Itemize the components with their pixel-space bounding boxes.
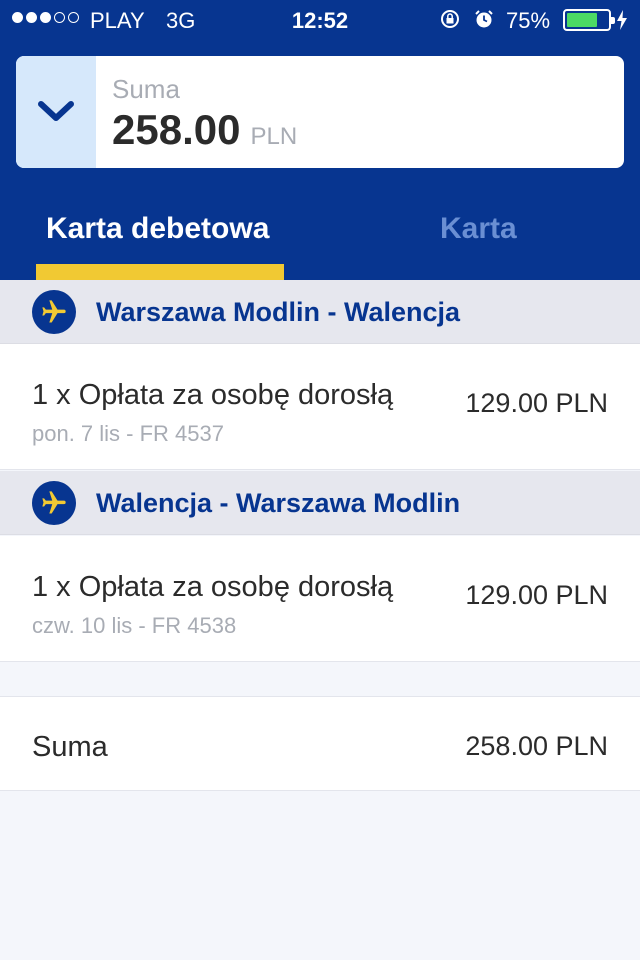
fee-detail: czw. 10 lis - FR 4538 xyxy=(32,613,237,638)
summary-currency: PLN xyxy=(250,123,298,150)
summary-amount: 258.00 PLN xyxy=(112,106,297,154)
charging-icon xyxy=(617,10,627,30)
rotation-lock-icon xyxy=(441,10,459,28)
flight-header-outbound: Warszawa Modlin - Walencja xyxy=(0,280,640,344)
list-item: 1 x Opłata za osobę dorosłą pon. 7 lis -… xyxy=(0,344,640,470)
list-item: 1 x Opłata za osobę dorosłą czw. 10 lis … xyxy=(0,536,640,662)
fee-price: 129.00 PLN xyxy=(465,388,608,418)
flight-route: Warszawa Modlin - Walencja xyxy=(96,297,461,327)
battery-level-fill xyxy=(567,13,597,27)
tab-debit-card[interactable]: Karta debetowa xyxy=(46,212,269,246)
plane-icon xyxy=(32,481,76,525)
flight-route: Walencja - Warszawa Modlin xyxy=(96,488,461,518)
total-label: Suma xyxy=(32,731,108,763)
fee-description: 1 x Opłata za osobę dorosłą xyxy=(32,571,394,603)
battery-icon xyxy=(563,9,615,31)
summary-card: Suma 258.00 PLN xyxy=(16,56,624,168)
tab-card[interactable]: Karta xyxy=(440,212,517,246)
active-tab-indicator xyxy=(36,264,284,280)
chevron-down-icon xyxy=(38,101,74,121)
alarm-icon xyxy=(475,10,493,28)
status-bar: PLAY 3G 12:52 75% xyxy=(0,0,640,40)
battery-percent: 75% xyxy=(506,8,551,33)
plane-icon xyxy=(32,290,76,334)
fee-detail: pon. 7 lis - FR 4537 xyxy=(32,421,224,446)
expand-summary-button[interactable] xyxy=(16,56,96,168)
total-value: 258.00 PLN xyxy=(465,731,608,761)
flight-header-return: Walencja - Warszawa Modlin xyxy=(0,471,640,535)
total-row: Suma 258.00 PLN xyxy=(0,696,640,791)
summary-label: Suma xyxy=(112,74,180,104)
summary-amount-value: 258.00 xyxy=(112,106,241,153)
fee-price: 129.00 PLN xyxy=(465,580,608,610)
fee-description: 1 x Opłata za osobę dorosłą xyxy=(32,379,394,411)
